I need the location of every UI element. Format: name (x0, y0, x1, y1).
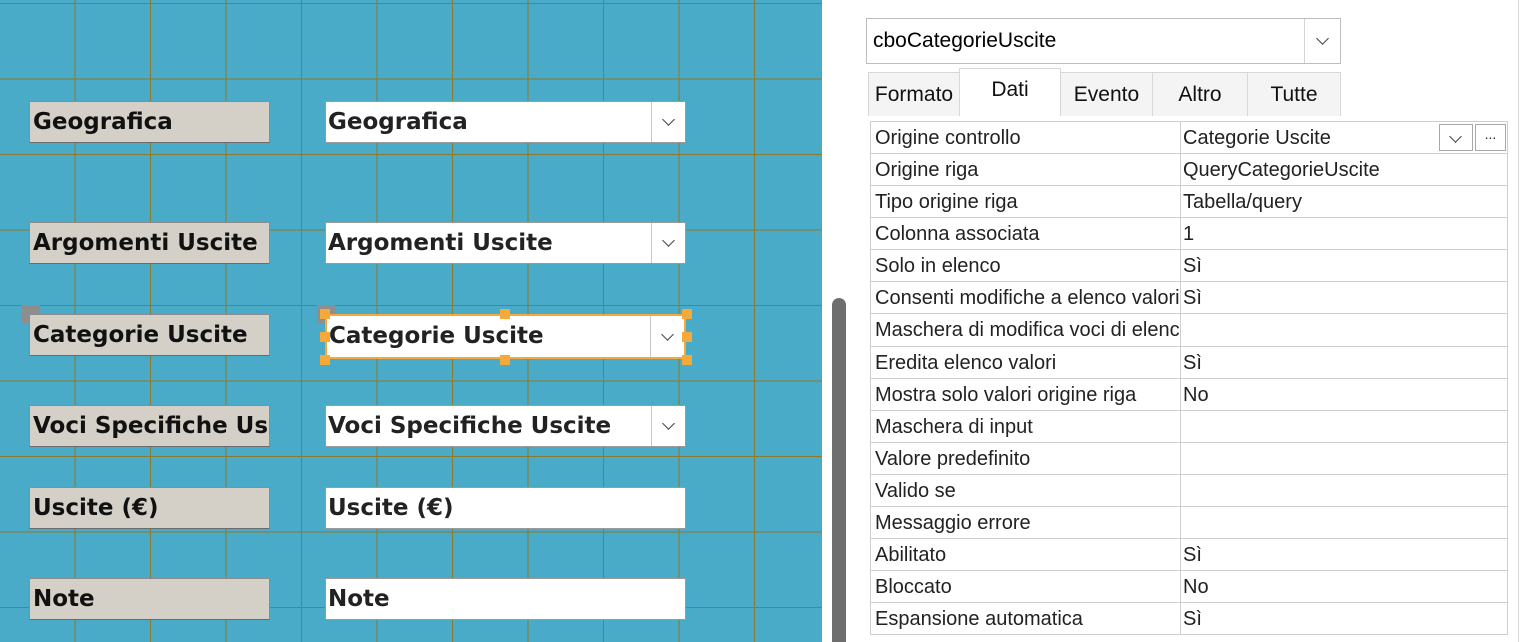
tab-evento[interactable]: Evento (1060, 72, 1153, 116)
property-name: Maschera di modifica voci di elenco (875, 319, 1179, 341)
property-value[interactable]: Sì (1180, 347, 1507, 378)
combo-categorie-uscite-text: Categorie Uscite (329, 323, 544, 349)
property-value[interactable]: QueryCategorieUscite (1180, 154, 1507, 185)
property-build-button[interactable]: ... (1475, 124, 1506, 151)
property-value[interactable]: Sì (1180, 282, 1507, 313)
label-geografica[interactable]: Geografica (29, 101, 270, 143)
combo-voci-specifiche-uscite[interactable]: Voci Specifiche Uscite (325, 405, 686, 447)
property-value[interactable]: 1 (1180, 218, 1507, 249)
property-value[interactable]: No (1180, 379, 1507, 410)
property-row[interactable]: Messaggio errore (870, 507, 1508, 539)
property-row[interactable]: Solo in elenco Sì (870, 250, 1508, 282)
property-value[interactable]: Tabella/query (1180, 186, 1507, 217)
property-row[interactable]: Valido se (870, 475, 1508, 507)
property-row[interactable]: Valore predefinito (870, 443, 1508, 475)
object-selector-value: cboCategorieUscite (873, 29, 1057, 52)
tab-formato[interactable]: Formato (868, 72, 960, 116)
property-row[interactable]: Espansione automatica Sì (870, 603, 1508, 635)
property-row[interactable]: Maschera di input (870, 411, 1508, 443)
property-name: Messaggio errore (875, 512, 1031, 534)
label-uscite[interactable]: Uscite (€) (29, 487, 270, 529)
resize-handle-sw[interactable] (320, 355, 330, 365)
property-name: Bloccato (875, 576, 952, 598)
property-name: Mostra solo valori origine riga (875, 384, 1137, 406)
resize-handle-nw[interactable] (320, 309, 330, 319)
resize-handle-s[interactable] (500, 355, 510, 365)
textbox-note[interactable]: Note (325, 578, 686, 620)
property-value[interactable] (1180, 507, 1507, 538)
property-dropdown-button[interactable] (1439, 124, 1473, 151)
property-value[interactable]: Sì (1180, 250, 1507, 281)
property-row[interactable]: Mostra solo valori origine riga No (870, 379, 1508, 411)
combo-argomenti-uscite[interactable]: Argomenti Uscite (325, 222, 686, 264)
chevron-down-icon[interactable] (651, 406, 685, 446)
property-name: Eredita elenco valori (875, 352, 1057, 374)
form-design-canvas[interactable]: Geografica Geografica Argomenti Uscite A… (0, 0, 822, 642)
property-name: Colonna associata (875, 223, 1040, 245)
tab-altro[interactable]: Altro (1152, 72, 1248, 116)
property-row[interactable]: Abilitato Sì (870, 539, 1508, 571)
property-value[interactable] (1180, 475, 1507, 506)
property-value[interactable] (1180, 411, 1507, 442)
property-row[interactable]: Consenti modifiche a elenco valori Sì (870, 282, 1508, 314)
label-categorie-uscite[interactable]: Categorie Uscite (29, 314, 270, 356)
property-name: Maschera di input (875, 416, 1033, 438)
object-selector[interactable]: cboCategorieUscite (866, 18, 1341, 64)
property-value[interactable]: No (1180, 571, 1507, 602)
tab-dati[interactable]: Dati (959, 68, 1061, 116)
vertical-scrollbar[interactable] (832, 298, 846, 642)
property-row[interactable]: Origine riga QueryCategorieUscite (870, 154, 1508, 186)
chevron-down-icon[interactable] (651, 223, 685, 263)
combo-geografica[interactable]: Geografica (325, 101, 686, 143)
chevron-down-icon[interactable] (650, 316, 684, 357)
chevron-down-icon[interactable] (1304, 19, 1340, 63)
property-name: Espansione automatica (875, 608, 1083, 630)
property-value[interactable] (1180, 314, 1507, 346)
property-value[interactable]: Sì (1180, 603, 1507, 634)
resize-handle-ne[interactable] (682, 309, 692, 319)
property-grid: Origine controllo Categorie Uscite Origin… (870, 121, 1508, 635)
property-name: Solo in elenco (875, 255, 1001, 277)
property-row[interactable]: Eredita elenco valori Sì (870, 347, 1508, 379)
combo-voci-specifiche-uscite-text: Voci Specifiche Uscite (328, 413, 612, 439)
property-row[interactable]: Tipo origine riga Tabella/query (870, 186, 1508, 218)
label-note[interactable]: Note (29, 578, 270, 620)
chevron-down-icon[interactable] (651, 102, 685, 142)
property-value[interactable] (1180, 443, 1507, 474)
property-name: Consenti modifiche a elenco valori (875, 287, 1179, 309)
property-name: Origine riga (875, 159, 979, 181)
combo-geografica-text: Geografica (328, 109, 468, 135)
property-row[interactable]: Colonna associata 1 (870, 218, 1508, 250)
tab-tutte[interactable]: Tutte (1247, 72, 1341, 116)
property-row[interactable]: Origine controllo Categorie Uscite (870, 122, 1508, 154)
label-argomenti-uscite[interactable]: Argomenti Uscite (29, 222, 270, 264)
property-row[interactable]: Bloccato No (870, 571, 1508, 603)
property-value[interactable]: Sì (1180, 539, 1507, 570)
textbox-uscite[interactable]: Uscite (€) (325, 487, 686, 529)
resize-handle-e[interactable] (682, 332, 692, 342)
resize-handle-w[interactable] (320, 332, 330, 342)
property-name: Abilitato (875, 544, 947, 566)
label-voci-specifiche-uscite[interactable]: Voci Specifiche Usci (29, 405, 270, 447)
resize-handle-n[interactable] (500, 309, 510, 319)
window-edge (1518, 0, 1526, 642)
property-name: Valore predefinito (875, 448, 1031, 470)
combo-categorie-uscite[interactable]: Categorie Uscite (325, 314, 686, 359)
property-name: Valido se (875, 480, 956, 502)
property-name: Tipo origine riga (875, 191, 1018, 213)
property-row[interactable]: Maschera di modifica voci di elenco (870, 314, 1508, 347)
property-name: Origine controllo (875, 127, 1021, 149)
resize-handle-se[interactable] (682, 355, 692, 365)
combo-argomenti-uscite-text: Argomenti Uscite (328, 230, 553, 256)
